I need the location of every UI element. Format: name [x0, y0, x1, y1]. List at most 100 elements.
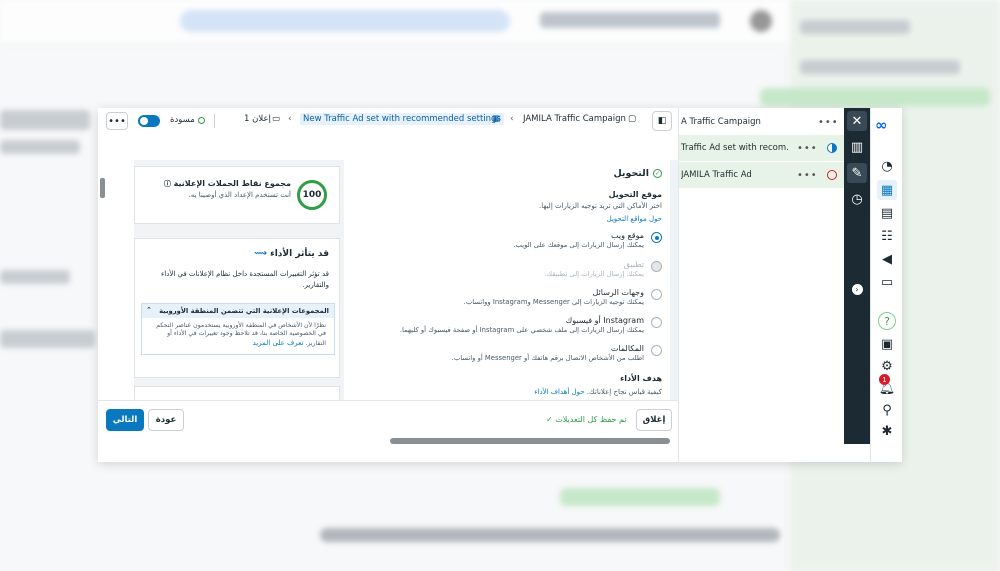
goal-desc: كيفية قياس نجاح إعلاناتك. حول أهداف الأد…: [534, 388, 662, 396]
tree-item-label: Traffic Ad set with recom...: [681, 143, 789, 153]
top-bar: ••• مسودة 1 إعلان ▭ ‹ New Traffic Ad set…: [98, 108, 678, 134]
campaign-tree: A Traffic Campaign ••• Traffic Ad set wi…: [678, 108, 845, 462]
performance-title: قد يتأثر الأداء: [270, 249, 329, 259]
saved-status: ✓ تم حفظ كل التعديلات: [546, 415, 627, 424]
more-icon[interactable]: •••: [797, 170, 818, 181]
conversion-header: التحويل ✓: [613, 168, 662, 179]
option-title: Instagram أو فيسبوك: [565, 316, 644, 325]
location-link[interactable]: حول مواقع التحويل: [607, 215, 662, 223]
goal-title: هدف الأداء: [620, 374, 662, 383]
ad-icon: ▭: [272, 114, 281, 124]
saved-label: تم حفظ كل التعديلات: [555, 415, 627, 424]
draft-dot-icon: [197, 116, 205, 124]
back-button[interactable]: عودة: [148, 409, 184, 431]
dashboard-icon[interactable]: ◔: [877, 156, 897, 176]
option-title: المكالمات: [610, 344, 644, 353]
eu-notice: المجموعات الإعلانية التي تتضمن المنطقة ا…: [141, 303, 335, 355]
bug-icon[interactable]: ✱: [877, 421, 897, 441]
conversion-title: التحويل: [613, 168, 649, 179]
help-icon[interactable]: ?: [878, 312, 896, 330]
close-icon[interactable]: ✕: [847, 111, 867, 131]
vertical-scrollbar[interactable]: [100, 178, 105, 198]
score-card: 100 مجموع نقاط الحملات الإعلانية ⓘ أنت ت…: [134, 166, 340, 224]
billing-icon[interactable]: ▭: [877, 272, 897, 292]
option-instagram-facebook[interactable]: Instagram أو فيسبوك يمكنك إرسال الزيارات…: [344, 316, 644, 334]
chevron-up-icon[interactable]: ⌃: [146, 306, 152, 314]
ads-count[interactable]: 1 إعلان: [244, 114, 271, 124]
check-circle-icon: ✓: [653, 169, 662, 178]
radio-instagram-facebook[interactable]: [651, 317, 662, 328]
expand-icon[interactable]: ›: [847, 279, 867, 299]
report-icon[interactable]: ▣: [877, 334, 897, 354]
learn-more-link[interactable]: تعرف على المزيد: [253, 339, 304, 347]
check-icon: ✓: [546, 415, 553, 424]
eu-title: المجموعات الإعلانية التي تتضمن المنطقة ا…: [159, 307, 329, 315]
megaphone-icon[interactable]: ◀: [877, 249, 897, 269]
folder-icon: ▢: [628, 114, 637, 124]
sidebar-cards: 100 مجموع نقاط الحملات الإعلانية ⓘ أنت ت…: [134, 160, 344, 406]
trend-icon: ⟿: [254, 249, 267, 259]
close-button[interactable]: إغلاق: [636, 409, 672, 431]
radio-website[interactable]: [651, 232, 662, 243]
search-icon[interactable]: ⚲: [877, 400, 897, 420]
tree-item-campaign[interactable]: A Traffic Campaign •••: [679, 109, 845, 135]
next-button[interactable]: التالي: [106, 409, 144, 431]
radio-calls[interactable]: [651, 345, 662, 356]
performance-card: قد يتأثر الأداء ⟿ قد تؤثر التغييرات المس…: [134, 238, 340, 378]
notification-badge: 1: [879, 374, 890, 385]
conversion-form: التحويل ✓ موقع التحويل اختر الأماكن التي…: [342, 160, 672, 400]
more-options-button[interactable]: •••: [106, 112, 128, 130]
table-icon[interactable]: ▦: [877, 180, 897, 200]
draft-toggle[interactable]: [138, 115, 160, 127]
toggle-panel-button[interactable]: ◧: [652, 111, 672, 131]
location-title: موقع التحويل: [608, 190, 662, 199]
info-icon: ⓘ: [163, 180, 171, 188]
more-icon[interactable]: •••: [797, 143, 818, 154]
option-calls[interactable]: المكالمات اطلب من الأشخاص الاتصال برقم ه…: [344, 344, 644, 362]
chevron-left-icon: ‹: [510, 114, 514, 124]
chevron-left-icon: ‹: [288, 114, 292, 124]
divider: [214, 114, 215, 128]
draft-label: مسودة: [170, 115, 195, 125]
radio-messaging[interactable]: [651, 289, 662, 300]
audience-icon[interactable]: ☷: [877, 226, 897, 246]
nav-rail: ∞ ◔ ▦ ▤ ☷ ◀ ▭ ? ▣ ⚙ 🔔︎ 1 ⚲ ✱: [870, 108, 902, 462]
performance-body: قد تؤثر التغييرات المستجدة داخل نظام الإ…: [160, 270, 329, 289]
option-title: وجهات الرسائل: [592, 288, 644, 297]
option-title: موقع ويب: [611, 231, 644, 240]
dark-toolbar: ✕ ▥ ✎ ◷ ›: [844, 108, 870, 444]
option-desc: يمكنك توجيه الزيارات إلى Messenger وInst…: [463, 298, 644, 306]
location-desc: اختر الأماكن التي تريد توجيه الزيارات إل…: [538, 202, 662, 210]
adset-grid-icon: ▦: [492, 114, 501, 124]
history-icon[interactable]: ◷: [847, 189, 867, 209]
goal-desc-text: كيفية قياس نجاح إعلاناتك.: [586, 388, 662, 396]
ad-editor-window: ••• مسودة 1 إعلان ▭ ‹ New Traffic Ad set…: [98, 108, 902, 462]
eu-body: نظرًا لأن الأشخاص في المنطقة الأوروبية ي…: [142, 318, 334, 352]
chart-icon[interactable]: ▥: [847, 137, 867, 157]
half-circle-icon: [827, 143, 837, 153]
pages-icon[interactable]: ▤: [877, 203, 897, 223]
option-messaging[interactable]: وجهات الرسائل يمكنك توجيه الزيارات إلى M…: [344, 288, 644, 306]
score-title: مجموع نقاط الحملات الإعلانية: [173, 179, 291, 188]
option-desc: اطلب من الأشخاص الاتصال برقم هاتفك أو Me…: [451, 354, 644, 362]
eu-notice-header[interactable]: المجموعات الإعلانية التي تتضمن المنطقة ا…: [142, 304, 334, 318]
option-title: تطبيق: [623, 260, 644, 269]
option-website[interactable]: موقع ويب يمكنك إرسال الزيارات إلى موقعك …: [344, 231, 644, 249]
radio-app: [651, 261, 662, 272]
form-edge: [670, 160, 678, 400]
tree-item-adset[interactable]: Traffic Ad set with recom... •••: [679, 135, 845, 161]
breadcrumb-adset[interactable]: New Traffic Ad set with recommended sett…: [300, 113, 504, 125]
horizontal-scrollbar[interactable]: [390, 438, 670, 444]
settings-icon[interactable]: ⚙: [877, 356, 897, 376]
meta-logo-icon[interactable]: ∞: [875, 116, 888, 134]
pencil-icon[interactable]: ✎: [847, 163, 867, 183]
more-icon[interactable]: •••: [818, 117, 839, 128]
error-icon: [827, 170, 837, 180]
tree-item-label: A Traffic Campaign: [681, 117, 761, 127]
option-app: تطبيق يمكنك إرسال الزيارات إلى تطبيقك.: [344, 260, 644, 278]
tree-item-ad[interactable]: JAMILA Traffic Ad •••: [679, 162, 845, 188]
goal-link[interactable]: حول أهداف الأداء: [534, 388, 584, 396]
breadcrumb-campaign[interactable]: JAMILA Traffic Campaign: [523, 114, 626, 124]
bell-icon[interactable]: 🔔︎ 1: [877, 374, 897, 398]
score-ring: 100: [297, 180, 327, 210]
